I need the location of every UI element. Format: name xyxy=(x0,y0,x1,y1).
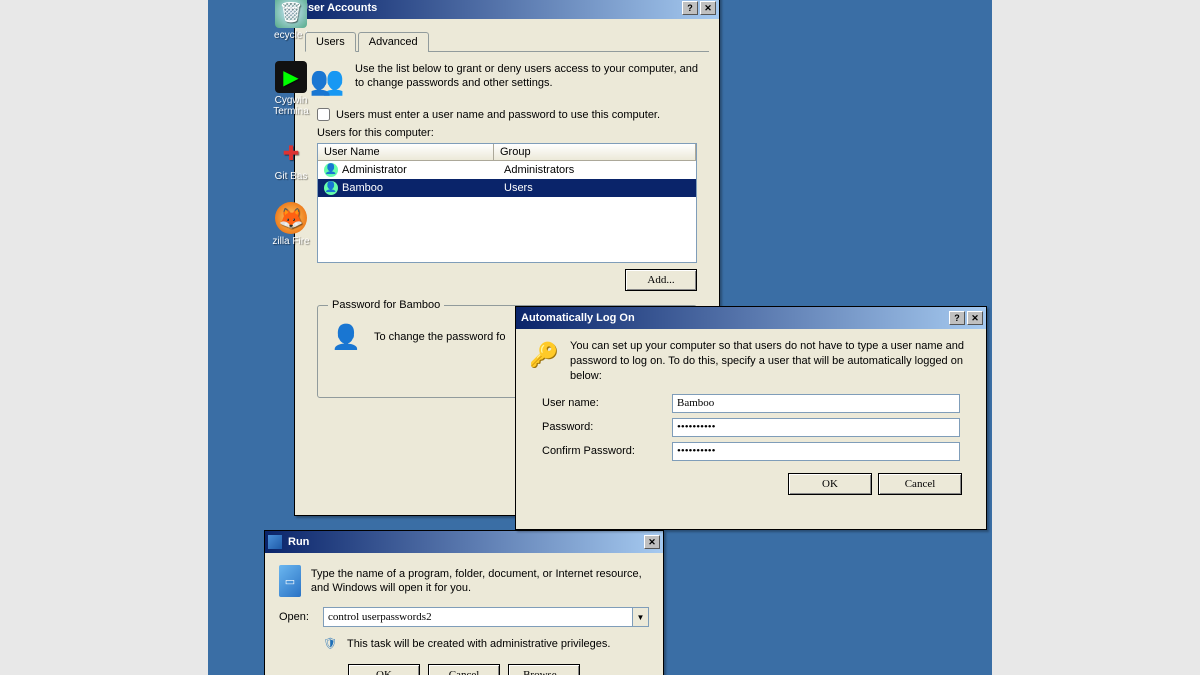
table-row[interactable]: 👤Bamboo Users xyxy=(318,179,696,197)
key-icon: 🔑 xyxy=(528,339,560,371)
close-icon[interactable]: ✕ xyxy=(644,535,660,549)
titlebar[interactable]: Automatically Log On ? ✕ xyxy=(516,307,986,329)
password-text: To change the password fo xyxy=(374,331,505,343)
ok-button[interactable]: OK xyxy=(348,664,420,675)
terminal-icon: ▶ xyxy=(275,61,307,93)
browse-button[interactable]: Browse... xyxy=(508,664,580,675)
user-icon: 👤 xyxy=(324,163,338,177)
username-field[interactable] xyxy=(672,394,960,413)
desktop-icon[interactable]: ▶ Cygwin Termina xyxy=(256,61,326,117)
ok-button[interactable]: OK xyxy=(788,473,872,495)
auto-logon-dialog: Automatically Log On ? ✕ 🔑 You can set u… xyxy=(515,306,987,530)
help-icon[interactable]: ? xyxy=(949,311,965,325)
confirm-label: Confirm Password: xyxy=(542,445,672,457)
admin-note: This task will be created with administr… xyxy=(347,638,611,650)
checkbox-label: Users must enter a user name and passwor… xyxy=(336,109,660,121)
recycle-bin-icon: 🗑 xyxy=(275,0,307,28)
run-dialog: Run ✕ ▭ Type the name of a program, fold… xyxy=(264,530,664,675)
cancel-button[interactable]: Cancel xyxy=(878,473,962,495)
close-icon[interactable]: ✕ xyxy=(700,1,716,15)
tab-advanced[interactable]: Advanced xyxy=(358,32,429,52)
window-title: Run xyxy=(286,536,642,548)
chevron-down-icon[interactable]: ▼ xyxy=(632,608,648,626)
add-button[interactable]: Add... xyxy=(625,269,697,291)
col-username[interactable]: User Name xyxy=(318,144,494,160)
col-group[interactable]: Group xyxy=(494,144,696,160)
git-icon: ✚ xyxy=(275,137,307,169)
help-icon[interactable]: ? xyxy=(682,1,698,15)
user-key-icon: 👤 xyxy=(328,319,364,355)
shield-icon: 🛡 xyxy=(323,637,337,650)
users-for-label: Users for this computer: xyxy=(317,127,697,139)
password-label: Password: xyxy=(542,421,672,433)
open-label: Open: xyxy=(279,611,313,623)
window-title: Automatically Log On xyxy=(519,312,947,324)
window-title: User Accounts xyxy=(298,2,680,14)
user-icon: 👤 xyxy=(324,181,338,195)
run-program-icon: ▭ xyxy=(279,565,301,597)
firefox-icon: 🦊 xyxy=(275,202,307,234)
close-icon[interactable]: ✕ xyxy=(967,311,983,325)
intro-text: Use the list below to grant or deny user… xyxy=(355,62,705,98)
autologon-intro: You can set up your computer so that use… xyxy=(570,339,974,384)
run-icon xyxy=(268,535,282,549)
desktop-icon[interactable]: ✚ Git Bas xyxy=(256,137,326,182)
table-row[interactable]: 👤Administrator Administrators xyxy=(318,161,696,179)
run-intro: Type the name of a program, folder, docu… xyxy=(311,567,649,596)
desktop-icon[interactable]: 🦊 zilla Fire xyxy=(256,202,326,247)
confirm-password-field[interactable] xyxy=(672,442,960,461)
titlebar[interactable]: User Accounts ? ✕ xyxy=(295,0,719,19)
tab-users[interactable]: Users xyxy=(305,32,356,52)
password-field[interactable] xyxy=(672,418,960,437)
password-legend: Password for Bamboo xyxy=(328,299,444,311)
open-combobox[interactable]: ▼ xyxy=(323,607,649,627)
username-label: User name: xyxy=(542,397,672,409)
tabstrip: Users Advanced xyxy=(305,31,709,52)
open-input[interactable] xyxy=(324,608,632,626)
cancel-button[interactable]: Cancel xyxy=(428,664,500,675)
users-listview[interactable]: User Name Group 👤Administrator Administr… xyxy=(317,143,697,263)
titlebar[interactable]: Run ✕ xyxy=(265,531,663,553)
